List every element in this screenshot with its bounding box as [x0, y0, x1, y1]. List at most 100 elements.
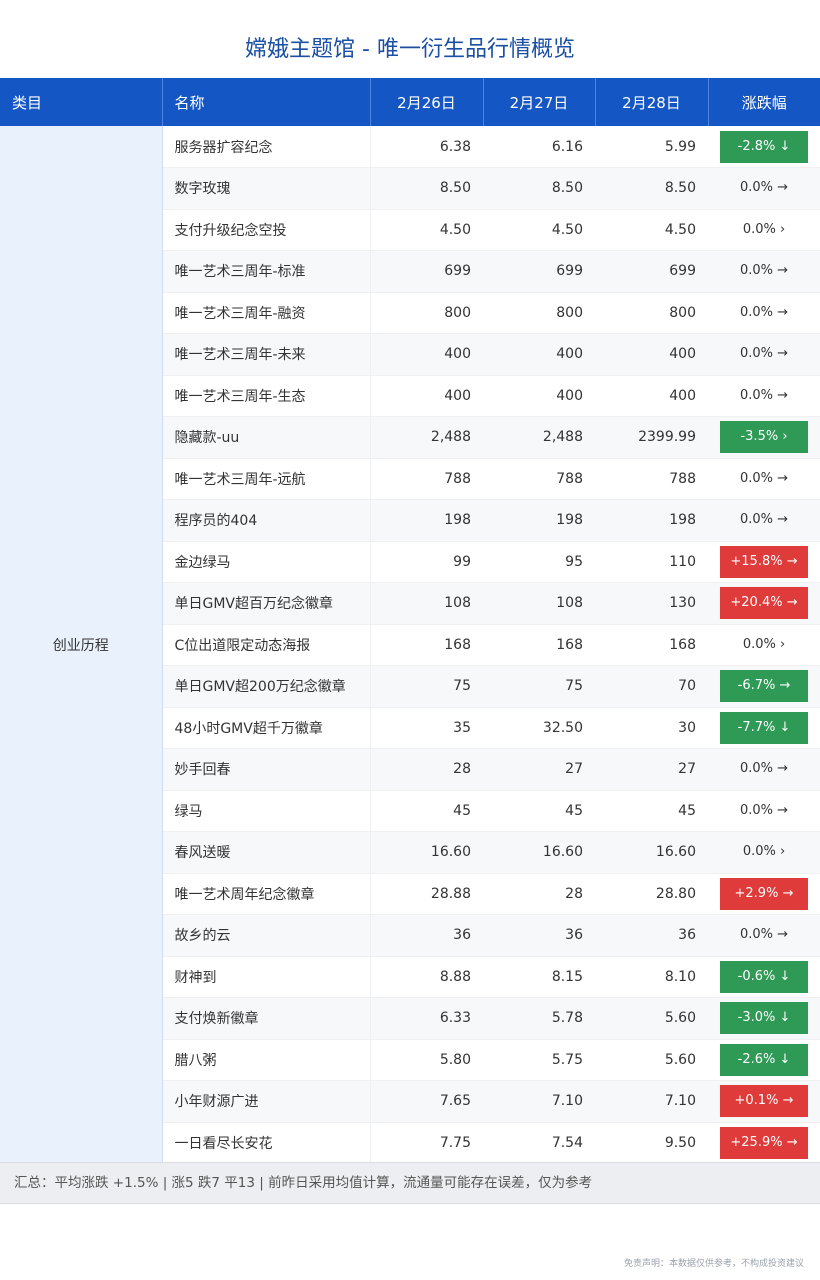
change-cell: -0.6% ↓ [708, 956, 820, 998]
item-name: 财神到 [162, 956, 371, 998]
price-date-2: 95 [483, 541, 595, 583]
price-date-2: 45 [483, 790, 595, 832]
change-badge: 0.0% › [742, 221, 786, 237]
item-name: 唯一艺术三周年-标准 [162, 250, 371, 293]
change-badge: 0.0% › [742, 844, 786, 860]
price-date-1: 35 [370, 707, 483, 749]
price-date-1: 198 [370, 499, 483, 542]
price-table: 类目 名称 2月26日 2月27日 2月28日 涨跌幅 创业历程 服务器扩容纪念 6… [0, 78, 820, 1164]
header-date-3[interactable]: 2月28日 [595, 78, 709, 126]
change-badge: -7.7% ↓ [720, 711, 808, 744]
category-cell: 创业历程 [0, 126, 163, 1164]
price-date-1: 400 [370, 375, 483, 417]
price-date-2: 198 [483, 499, 595, 542]
item-name: 腊八粥 [162, 1039, 371, 1081]
item-name: 唯一艺术周年纪念徽章 [162, 873, 371, 915]
change-cell: -7.7% ↓ [708, 707, 820, 749]
price-date-1: 75 [370, 665, 483, 708]
price-date-2: 32.50 [483, 707, 595, 749]
item-name: 数字玫瑰 [162, 167, 371, 210]
price-date-3: 7.10 [595, 1080, 708, 1123]
item-name: 唯一艺术三周年-远航 [162, 458, 371, 500]
item-name: 一日看尽长安花 [162, 1122, 371, 1164]
price-date-2: 36 [483, 914, 595, 957]
price-date-1: 99 [370, 541, 483, 583]
price-date-2: 788 [483, 458, 595, 500]
item-name: 程序员的404 [162, 499, 371, 542]
change-cell: 0.0% → [708, 748, 820, 791]
price-date-1: 6.38 [370, 126, 483, 168]
price-date-2: 27 [483, 748, 595, 791]
item-name: 春风送暖 [162, 831, 371, 874]
change-badge: 0.0% → [739, 512, 789, 528]
change-badge: +15.8% → [720, 545, 808, 578]
item-name: 唯一艺术三周年-生态 [162, 375, 371, 417]
header-change[interactable]: 涨跌幅 [708, 78, 820, 126]
table-row[interactable]: 创业历程 服务器扩容纪念 6.38 6.16 5.99 -2.8% ↓ [0, 126, 820, 1164]
price-date-2: 400 [483, 375, 595, 417]
price-date-2: 6.16 [483, 126, 595, 168]
item-name: C位出道限定动态海报 [162, 624, 371, 666]
price-date-1: 28 [370, 748, 483, 791]
disclaimer: 免责声明：本数据仅供参考，不构成投资建议 [623, 1259, 804, 1269]
change-cell: -3.5% › [708, 416, 820, 459]
price-date-1: 800 [370, 292, 483, 334]
change-badge: +0.1% → [720, 1085, 808, 1118]
price-date-2: 16.60 [483, 831, 595, 874]
price-date-3: 5.99 [595, 126, 708, 168]
change-badge: -0.6% ↓ [720, 960, 808, 993]
price-date-1: 4.50 [370, 209, 483, 251]
price-date-3: 699 [595, 250, 708, 293]
price-date-3: 2399.99 [595, 416, 708, 459]
change-cell: 0.0% → [708, 458, 820, 500]
price-date-1: 400 [370, 333, 483, 376]
price-date-3: 198 [595, 499, 708, 542]
header-category[interactable]: 类目 [0, 78, 163, 126]
price-date-1: 6.33 [370, 997, 483, 1040]
price-date-2: 400 [483, 333, 595, 376]
price-date-1: 7.65 [370, 1080, 483, 1123]
price-date-2: 28 [483, 873, 595, 915]
header-date-1[interactable]: 2月26日 [370, 78, 484, 126]
price-date-2: 7.10 [483, 1080, 595, 1123]
change-cell: 0.0% › [708, 831, 820, 874]
change-badge: -3.0% ↓ [720, 1002, 808, 1035]
change-cell: 0.0% › [708, 624, 820, 666]
price-date-3: 36 [595, 914, 708, 957]
price-date-2: 7.54 [483, 1122, 595, 1164]
change-badge: -3.5% › [720, 421, 808, 454]
price-date-1: 8.88 [370, 956, 483, 998]
price-date-3: 110 [595, 541, 708, 583]
change-badge: 0.0% → [739, 263, 789, 279]
price-date-1: 788 [370, 458, 483, 500]
change-badge: +2.9% → [720, 877, 808, 910]
item-name: 唯一艺术三周年-未来 [162, 333, 371, 376]
change-cell: 0.0% → [708, 292, 820, 334]
price-date-3: 168 [595, 624, 708, 666]
price-date-1: 5.80 [370, 1039, 483, 1081]
price-date-3: 28.80 [595, 873, 708, 915]
change-badge: 0.0% → [739, 802, 789, 818]
change-badge: 0.0% → [739, 927, 789, 943]
change-badge: 0.0% › [742, 636, 786, 652]
price-date-3: 400 [595, 333, 708, 376]
change-cell: 0.0% → [708, 375, 820, 417]
price-date-1: 2,488 [370, 416, 483, 459]
price-date-3: 70 [595, 665, 708, 708]
header-name[interactable]: 名称 [162, 78, 371, 126]
price-date-3: 8.50 [595, 167, 708, 210]
item-name: 妙手回春 [162, 748, 371, 791]
price-date-3: 400 [595, 375, 708, 417]
price-date-2: 5.78 [483, 997, 595, 1040]
change-badge: -2.8% ↓ [720, 130, 808, 163]
price-date-3: 788 [595, 458, 708, 500]
change-badge: 0.0% → [739, 304, 789, 320]
change-badge: 0.0% → [739, 180, 789, 196]
change-badge: 0.0% → [739, 387, 789, 403]
change-cell: -2.8% ↓ [708, 126, 820, 168]
header-date-2[interactable]: 2月27日 [483, 78, 596, 126]
price-date-3: 27 [595, 748, 708, 791]
price-date-3: 5.60 [595, 997, 708, 1040]
price-date-2: 4.50 [483, 209, 595, 251]
change-cell: 0.0% › [708, 209, 820, 251]
